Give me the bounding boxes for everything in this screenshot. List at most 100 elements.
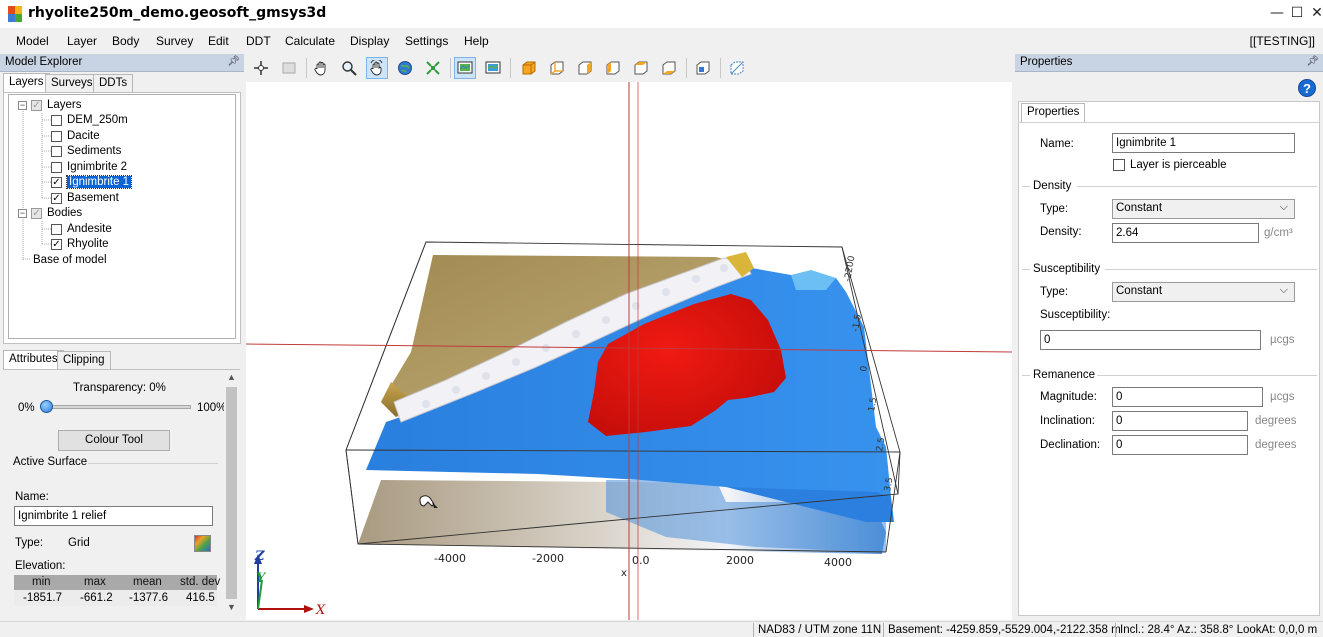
view-left-icon[interactable] bbox=[574, 57, 596, 79]
susceptibility-label: Susceptibility: bbox=[1040, 309, 1111, 321]
scroll-thumb[interactable] bbox=[226, 387, 237, 599]
layer-checkbox[interactable] bbox=[51, 161, 62, 173]
divider bbox=[1105, 269, 1317, 270]
susc-type-select[interactable]: Constant ⌵ bbox=[1112, 282, 1295, 302]
tree-node-layers[interactable]: − ✓ Layers bbox=[18, 97, 82, 113]
menu-settings[interactable]: Settings bbox=[405, 34, 448, 48]
tree-item-sediments[interactable]: Sediments bbox=[51, 143, 121, 159]
rotate-icon[interactable] bbox=[366, 57, 388, 79]
tree-node-bodies[interactable]: − ✓ Bodies bbox=[18, 205, 82, 221]
tab-layers[interactable]: Layers bbox=[3, 73, 50, 93]
window-title: rhyolite250m_demo.geosoft_gmsys3d bbox=[28, 5, 327, 21]
pin-icon[interactable]: 📌︎ bbox=[227, 56, 240, 67]
tree-item-dem[interactable]: DEM_250m bbox=[51, 112, 128, 128]
tree-item-dacite[interactable]: Dacite bbox=[51, 128, 100, 144]
divider bbox=[1019, 122, 1319, 123]
pan-hand-icon[interactable] bbox=[310, 57, 332, 79]
menu-survey[interactable]: Survey bbox=[156, 34, 193, 48]
layer-checkbox[interactable] bbox=[51, 145, 62, 157]
toolbar-separator bbox=[686, 58, 687, 78]
transparency-label: Transparency: 0% bbox=[73, 382, 166, 394]
body-checkbox[interactable] bbox=[51, 223, 62, 235]
view-top-icon[interactable] bbox=[630, 57, 652, 79]
magnitude-unit: µcgs bbox=[1270, 391, 1295, 403]
view-iso-icon[interactable] bbox=[726, 57, 748, 79]
pierceable-checkbox[interactable] bbox=[1113, 159, 1125, 171]
density-input[interactable] bbox=[1112, 223, 1259, 243]
menu-help[interactable]: Help bbox=[464, 34, 489, 48]
bodies-group-checkbox[interactable]: ✓ bbox=[31, 207, 42, 219]
tree-item-basement[interactable]: ✓ Basement bbox=[51, 190, 119, 206]
inclination-input[interactable] bbox=[1112, 411, 1248, 431]
menu-edit[interactable]: Edit bbox=[208, 34, 229, 48]
pin-icon[interactable]: 📌︎ bbox=[1306, 56, 1319, 67]
layer-tree: − ✓ Layers DEM_250m Dacite Sediments Ign… bbox=[8, 94, 236, 339]
menu-body[interactable]: Body bbox=[112, 34, 139, 48]
scroll-up-icon[interactable]: ▲ bbox=[227, 372, 236, 382]
tab-ddts[interactable]: DDTs bbox=[93, 74, 134, 93]
status-separator bbox=[883, 623, 884, 637]
tab-properties[interactable]: Properties bbox=[1021, 103, 1086, 123]
stats-header-max: max bbox=[84, 576, 106, 588]
colour-grid-icon[interactable] bbox=[194, 535, 211, 552]
layer-view-icon[interactable] bbox=[454, 57, 476, 79]
profile-view-icon[interactable] bbox=[482, 57, 504, 79]
declination-input[interactable] bbox=[1112, 435, 1248, 455]
layer-checkbox[interactable] bbox=[51, 130, 62, 142]
layer-checkbox[interactable] bbox=[51, 114, 62, 126]
pick-icon[interactable] bbox=[250, 57, 272, 79]
attributes-scrollbar[interactable]: ▲ ▼ bbox=[224, 370, 239, 618]
3d-viewport[interactable]: -4000 -2000 0.0 2000 4000 x -2200 -1.5 0… bbox=[245, 82, 1013, 620]
close-button[interactable]: ✕ bbox=[1306, 2, 1323, 24]
tab-clipping[interactable]: Clipping bbox=[57, 351, 111, 370]
view-back-icon[interactable] bbox=[546, 57, 568, 79]
globe-icon[interactable] bbox=[394, 57, 416, 79]
zoom-icon[interactable] bbox=[338, 57, 360, 79]
tab-attributes[interactable]: Attributes bbox=[3, 350, 64, 370]
scroll-down-icon[interactable]: ▼ bbox=[227, 602, 236, 612]
surface-name-input[interactable] bbox=[14, 506, 213, 526]
view-right-icon[interactable] bbox=[602, 57, 624, 79]
tree-item-ignimbrite-2[interactable]: Ignimbrite 2 bbox=[51, 159, 127, 175]
help-icon[interactable]: ? bbox=[1298, 79, 1316, 97]
layer-name-input[interactable] bbox=[1112, 133, 1295, 153]
menu-calculate[interactable]: Calculate bbox=[285, 34, 335, 48]
zoom-extents-icon[interactable] bbox=[422, 57, 444, 79]
magnitude-input[interactable] bbox=[1112, 387, 1263, 407]
view-bottom-icon[interactable] bbox=[658, 57, 680, 79]
pierceable-label: Layer is pierceable bbox=[1130, 159, 1227, 171]
tree-item-base-of-model[interactable]: Base of model bbox=[33, 252, 107, 268]
transparency-slider-thumb[interactable] bbox=[40, 400, 53, 413]
collapse-icon[interactable]: − bbox=[18, 208, 27, 218]
divider bbox=[1022, 269, 1030, 270]
tree-item-rhyolite[interactable]: ✓ Rhyolite bbox=[51, 236, 109, 252]
tree-item-andesite[interactable]: Andesite bbox=[51, 221, 112, 237]
model-scene[interactable]: -4000 -2000 0.0 2000 4000 x -2200 -1.5 0… bbox=[245, 82, 1013, 620]
collapse-icon[interactable]: − bbox=[18, 100, 27, 110]
layer-checkbox[interactable]: ✓ bbox=[51, 176, 62, 188]
density-type-select[interactable]: Constant ⌵ bbox=[1112, 199, 1295, 219]
body-checkbox[interactable]: ✓ bbox=[51, 238, 62, 250]
view-perspective-icon[interactable] bbox=[692, 57, 714, 79]
tab-surveys[interactable]: Surveys bbox=[45, 74, 99, 93]
layers-group-checkbox[interactable]: ✓ bbox=[31, 99, 42, 111]
properties-title: Properties bbox=[1020, 56, 1073, 68]
name-label: Name: bbox=[1040, 138, 1074, 150]
menu-layer[interactable]: Layer bbox=[67, 34, 97, 48]
select-region-icon[interactable] bbox=[278, 57, 300, 79]
susceptibility-input[interactable] bbox=[1040, 330, 1261, 350]
tree-item-ignimbrite-1[interactable]: ✓ Ignimbrite 1 bbox=[51, 174, 133, 190]
menu-ddt[interactable]: DDT bbox=[246, 34, 271, 48]
menu-model[interactable]: Model bbox=[16, 34, 49, 48]
maximize-button[interactable]: ☐ bbox=[1286, 2, 1308, 24]
app-icon bbox=[8, 6, 22, 22]
model-explorer-title: Model Explorer bbox=[5, 56, 83, 68]
transparency-slider-track[interactable] bbox=[41, 405, 191, 409]
minimize-button[interactable]: — bbox=[1266, 2, 1288, 24]
divider bbox=[1077, 186, 1317, 187]
menu-display[interactable]: Display bbox=[350, 34, 389, 48]
colour-tool-button[interactable]: Colour Tool bbox=[58, 430, 170, 451]
view-front-icon[interactable] bbox=[518, 57, 540, 79]
layer-checkbox[interactable]: ✓ bbox=[51, 192, 62, 204]
divider bbox=[1022, 375, 1030, 376]
